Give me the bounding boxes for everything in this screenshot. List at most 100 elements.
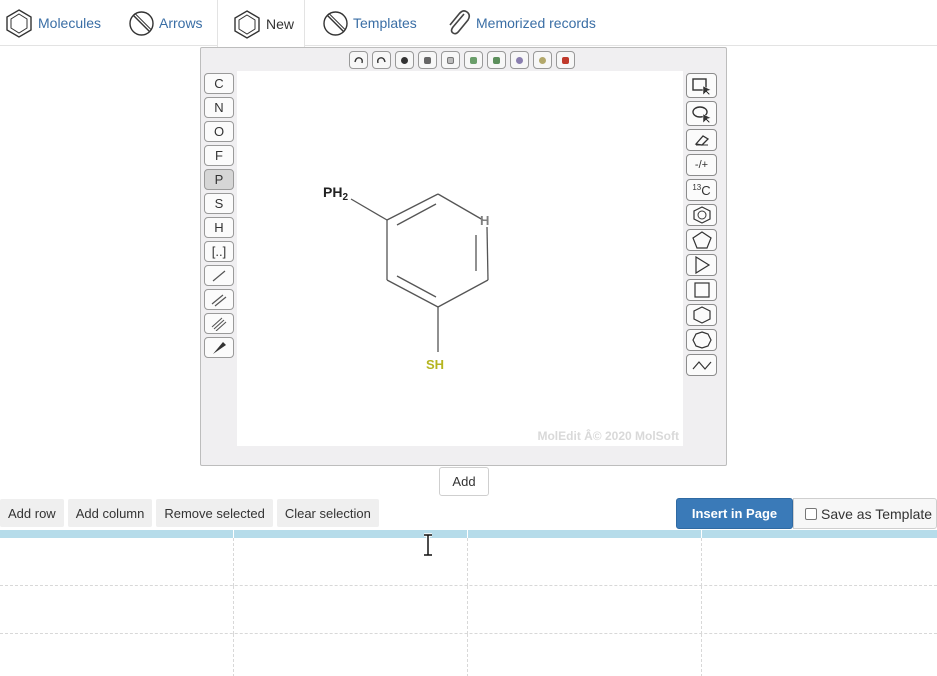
clear-selection-button[interactable]: Clear selection: [276, 499, 379, 527]
select-cursor-icon: [691, 77, 712, 96]
benzene-template[interactable]: [686, 204, 717, 226]
grid-cell[interactable]: [234, 586, 468, 634]
chain-icon: [692, 361, 711, 370]
eraser-tool[interactable]: [686, 129, 717, 151]
tab-label: Templates: [353, 15, 417, 31]
atom-n-button[interactable]: N: [204, 97, 234, 118]
ph-text: PH: [323, 184, 342, 200]
tab-arrows[interactable]: Arrows: [128, 0, 203, 46]
grid-cell[interactable]: [0, 634, 234, 676]
atom-p-button[interactable]: P: [204, 169, 234, 190]
lasso-icon: [691, 105, 712, 124]
atom-list-button[interactable]: [..]: [204, 241, 234, 262]
redo-icon: [377, 56, 386, 63]
settings-button[interactable]: [533, 51, 552, 69]
templates-icon: [323, 10, 348, 36]
thiol-label: SH: [426, 357, 444, 372]
undo-icon: [354, 56, 363, 63]
save-template-checkbox[interactable]: [805, 507, 817, 520]
grid-cell[interactable]: [0, 586, 234, 634]
wedge-bond-icon: [213, 341, 226, 354]
triple-bond-button[interactable]: [204, 313, 234, 334]
cyclopropane-template[interactable]: [686, 254, 717, 276]
hexagon-icon: [692, 306, 711, 324]
triple-bond-icon: [211, 317, 227, 331]
drawing-canvas[interactable]: PH2 H SH MolEdit Â© 2020 MolSoft: [237, 71, 683, 446]
close-icon: [562, 56, 569, 64]
grid-cell[interactable]: [702, 586, 937, 634]
atom-c-button[interactable]: C: [204, 73, 234, 94]
grid-cell[interactable]: [468, 538, 702, 586]
grid-header-cell[interactable]: [468, 530, 702, 538]
atom-o-button[interactable]: O: [204, 121, 234, 142]
data-grid: [0, 530, 937, 676]
phosphino-label: PH2: [323, 184, 348, 203]
export-icon: [493, 56, 500, 64]
grid-cell[interactable]: [468, 586, 702, 634]
tab-label: Molecules: [38, 15, 102, 31]
table-row: [0, 586, 937, 634]
save-as-template-toggle[interactable]: Save as Template: [793, 498, 937, 529]
grid-cell[interactable]: [702, 538, 937, 586]
grid-cell[interactable]: [468, 634, 702, 676]
save-template-label: Save as Template: [821, 505, 933, 522]
clean-button[interactable]: [418, 51, 437, 69]
wedge-bond-button[interactable]: [204, 337, 234, 358]
tab-templates[interactable]: Templates: [322, 0, 417, 46]
undo-button[interactable]: [349, 51, 368, 69]
cycloheptane-template[interactable]: [686, 329, 717, 351]
isotope-mass: 13: [692, 182, 702, 192]
tab-molecules[interactable]: Molecules: [4, 0, 101, 46]
lasso-tool[interactable]: [686, 101, 717, 126]
ph-subscript: 2: [342, 192, 348, 203]
atom-h-button[interactable]: H: [204, 217, 234, 238]
copy-icon: [447, 56, 454, 64]
isotope-tool[interactable]: 13 C: [686, 179, 717, 201]
grid-cell[interactable]: [0, 538, 234, 586]
chain-tool[interactable]: [686, 354, 717, 376]
tab-new[interactable]: New: [217, 0, 305, 47]
zoom-icon: [516, 56, 523, 64]
cyclobutane-template[interactable]: [686, 279, 717, 301]
add-column-button[interactable]: Add column: [67, 499, 153, 527]
select-tool[interactable]: [686, 73, 717, 98]
grid-header-cell[interactable]: [702, 530, 937, 538]
atom-f-button[interactable]: F: [204, 145, 234, 166]
square-icon: [693, 282, 710, 298]
table-row: [0, 634, 937, 676]
grid-header: [0, 530, 937, 538]
grid-cell[interactable]: [234, 634, 468, 676]
tab-memorized-records[interactable]: Memorized records: [444, 0, 596, 46]
table-row: [0, 538, 937, 586]
cyclopentane-template[interactable]: [686, 229, 717, 251]
single-bond-button[interactable]: [204, 265, 234, 286]
arrows-icon: [129, 10, 154, 36]
atom-s-button[interactable]: S: [204, 193, 234, 214]
charge-tool[interactable]: -/+: [686, 154, 717, 176]
add-row-button[interactable]: Add row: [0, 499, 64, 527]
export-button[interactable]: [487, 51, 506, 69]
paperclip-icon: [449, 10, 471, 35]
insert-in-page-button[interactable]: Insert in Page: [676, 498, 793, 529]
remove-selected-button[interactable]: Remove selected: [156, 499, 273, 527]
text-cursor-icon: [424, 533, 432, 557]
structure-toolbar: -/+ 13 C: [686, 73, 717, 379]
grid-cell[interactable]: [702, 634, 937, 676]
add-button[interactable]: Add: [439, 467, 489, 496]
copy-button[interactable]: [441, 51, 460, 69]
clear-button[interactable]: [556, 51, 575, 69]
view-button[interactable]: [395, 51, 414, 69]
editor-top-toolbar: [349, 51, 575, 69]
triangle-icon: [694, 256, 710, 274]
benzene-icon: [692, 206, 711, 224]
cyclohexane-template[interactable]: [686, 304, 717, 326]
hexagon-icon: [6, 9, 32, 38]
atom-toolbar: C N O F P S H [..]: [204, 73, 234, 361]
eye-icon: [401, 56, 408, 64]
double-bond-button[interactable]: [204, 289, 234, 310]
tab-label: Memorized records: [476, 15, 596, 31]
image-button[interactable]: [464, 51, 483, 69]
grid-header-cell[interactable]: [0, 530, 234, 538]
redo-button[interactable]: [372, 51, 391, 69]
zoom-button[interactable]: [510, 51, 529, 69]
